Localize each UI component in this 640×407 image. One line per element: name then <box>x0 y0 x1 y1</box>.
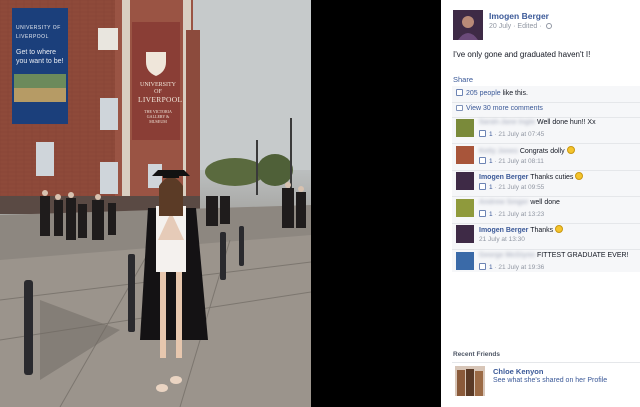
like-thumb-icon[interactable] <box>479 209 486 217</box>
post-meta: 20 July · Edited · <box>489 23 552 30</box>
comment-item: Sarah-Jane Ingle Well done hun!! Xx 1 · 2… <box>456 119 638 143</box>
building-sign: UNIVERSITY OF LIVERPOOL THE VICTORIA GAL… <box>138 82 183 124</box>
comment-time[interactable]: 21 July at 13:30 <box>479 236 525 243</box>
avatar-image <box>453 10 483 40</box>
banner-university: UNIVERSITY OF LIVERPOOL <box>16 25 61 40</box>
campus-banner: UNIVERSITY OF LIVERPOOL Get to where you… <box>16 24 66 66</box>
comment-item: Andrew Singer well done 1 · 21 July at 13… <box>456 198 638 223</box>
comment-time[interactable]: · 21 July at 07:45 <box>493 131 544 138</box>
banner-slogan: Get to where you want to be! <box>16 49 64 65</box>
comment-line: George McGlynn FITTEST GRADUATE EVER! <box>479 252 629 259</box>
comment-text: FITTEST GRADUATE EVER! <box>535 251 629 259</box>
author-avatar[interactable] <box>453 10 483 40</box>
comment-text: well done <box>528 198 560 206</box>
comment-item: Imogen Berger Thanks cuties 1 · 21 July … <box>456 172 638 196</box>
comment-line: Andrew Singer well done <box>479 199 560 206</box>
like-thumb-icon[interactable] <box>479 130 486 137</box>
feedback-panel: 205 people like this. View 30 more comme… <box>452 86 640 272</box>
photo-stage: UNIVERSITY OF LIVERPOOL Get to where you… <box>0 0 440 407</box>
commenter-name[interactable]: Andrew Singer <box>479 199 528 206</box>
comment-meta: 1 · 21 July at 07:45 <box>479 130 544 138</box>
comment-item: George McGlynn FITTEST GRADUATE EVER! 1 ·… <box>456 251 638 276</box>
comment-meta: 1 · 21 July at 19:36 <box>479 262 544 271</box>
friend-avatar[interactable] <box>455 366 485 396</box>
photo-sidebar: Imogen Berger 20 July · Edited · I've on… <box>441 0 640 407</box>
comment-text: Well done hun!! Xx <box>535 119 596 126</box>
sign-sub: THE VICTORIA GALLERY & MUSEUM <box>144 109 172 124</box>
comment-line: Kelly Jones Congrats dolly <box>479 145 575 155</box>
comment-time[interactable]: · 21 July at 08:11 <box>493 158 543 165</box>
edited-label[interactable]: · Edited · <box>513 23 541 30</box>
comment-meta: 1 · 21 July at 13:23 <box>479 209 544 218</box>
divider <box>452 169 640 171</box>
divider <box>452 117 640 118</box>
divider <box>452 222 640 224</box>
divider <box>452 249 640 250</box>
globe-icon[interactable] <box>545 23 552 29</box>
post-date[interactable]: 20 July <box>489 23 511 30</box>
commenter-avatar[interactable] <box>456 225 474 243</box>
comment-item: Kelly Jones Congrats dolly 1 · 21 July a… <box>456 145 638 170</box>
divider <box>452 102 640 103</box>
commenter-name[interactable]: George McGlynn <box>479 252 535 259</box>
comment-meta: 21 July at 13:30 <box>479 236 525 243</box>
comment-line: Imogen Berger Thanks cuties <box>479 172 584 181</box>
view-more-comments[interactable]: View 30 more comments <box>456 105 543 112</box>
comment-line: Sarah-Jane Ingle Well done hun!! Xx <box>479 119 596 126</box>
divider <box>452 362 640 363</box>
comment-time[interactable]: · 21 July at 13:23 <box>493 211 544 218</box>
like-thumb-icon[interactable] <box>479 262 486 270</box>
view-more-label[interactable]: View 30 more comments <box>466 105 543 112</box>
smiley-emoji-icon <box>566 145 575 154</box>
commenter-name[interactable]: Imogen Berger <box>479 174 528 181</box>
likes-summary: 205 people like this. <box>456 89 528 97</box>
share-link[interactable]: Share <box>453 75 473 84</box>
comment-item: Imogen Berger Thanks 21 July at 13:30 <box>456 225 638 249</box>
comment-text: Thanks <box>528 227 556 234</box>
divider <box>452 143 640 144</box>
comment-meta: 1 · 21 July at 09:55 <box>479 183 544 191</box>
commenter-avatar[interactable] <box>456 172 474 190</box>
commenter-avatar[interactable] <box>456 119 474 137</box>
sign-line1: UNIVERSITY OF <box>140 82 176 95</box>
commenter-name[interactable]: Sarah-Jane Ingle <box>479 119 535 126</box>
sign-line2: LIVERPOOL <box>138 95 183 104</box>
comment-line: Imogen Berger Thanks <box>479 225 564 234</box>
comment-time[interactable]: · 21 July at 09:55 <box>493 184 544 191</box>
smiley-emoji-icon <box>555 225 564 233</box>
comment-bubble-icon <box>456 105 463 111</box>
like-thumb-icon[interactable] <box>479 183 486 190</box>
comment-meta: 1 · 21 July at 08:11 <box>479 156 544 165</box>
comment-text: Congrats dolly <box>517 147 567 155</box>
commenter-avatar[interactable] <box>456 198 474 217</box>
commenter-name[interactable]: Kelly Jones <box>479 148 518 155</box>
commenter-name[interactable]: Imogen Berger <box>479 227 528 234</box>
recent-friends-title: Recent Friends <box>453 351 500 358</box>
comment-text: Thanks cuties <box>528 174 576 181</box>
likes-count-link[interactable]: 205 people <box>466 90 501 97</box>
commenter-avatar[interactable] <box>456 251 474 270</box>
author-name[interactable]: Imogen Berger <box>489 11 549 21</box>
post-header: Imogen Berger 20 July · Edited · <box>453 10 633 40</box>
comment-time[interactable]: · 21 July at 19:36 <box>493 264 544 271</box>
post-text: I've only gone and graduated haven't I! <box>453 50 591 59</box>
like-thumb-icon[interactable] <box>479 156 486 164</box>
friend-name[interactable]: Chloe Kenyon <box>493 367 543 376</box>
friend-avatar-image <box>455 366 485 396</box>
graduation-photo: UNIVERSITY OF LIVERPOOL Get to where you… <box>0 0 311 407</box>
divider <box>452 196 640 197</box>
like-thumb-icon <box>456 89 463 96</box>
friend-profile-link[interactable]: See what she's shared on her Profile <box>493 377 607 384</box>
commenter-avatar[interactable] <box>456 145 474 164</box>
smiley-emoji-icon <box>575 172 584 180</box>
likes-suffix: like this. <box>500 90 528 97</box>
